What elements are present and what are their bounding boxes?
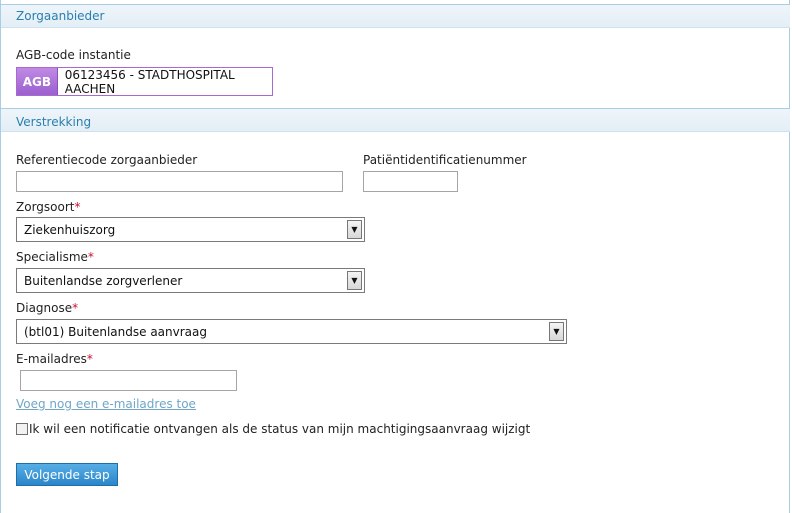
- supply-section-header: Verstrekking: [1, 108, 790, 132]
- chevron-down-icon[interactable]: ▼: [549, 322, 564, 341]
- agb-badge: AGB: [17, 68, 58, 95]
- chevron-down-icon[interactable]: ▼: [347, 271, 362, 290]
- notification-checkbox[interactable]: [16, 423, 28, 435]
- diagnosis-value: (btl01) Buitenlandse aanvraag: [24, 324, 207, 339]
- email-input[interactable]: [20, 370, 237, 391]
- provider-section-title: Zorgaanbieder: [16, 9, 105, 23]
- specialism-value: Buitenlandse zorgverlener: [24, 273, 183, 288]
- specialism-label: Specialisme*: [16, 250, 94, 264]
- reference-label: Referentiecode zorgaanbieder: [16, 153, 198, 167]
- notification-row: Ik wil een notificatie ontvangen als de …: [16, 422, 530, 436]
- diagnosis-label: Diagnose*: [16, 301, 79, 315]
- agb-label: AGB-code instantie: [16, 48, 131, 62]
- agb-value: 06123456 - STADTHOSPITAL AACHEN: [64, 67, 235, 96]
- specialism-select[interactable]: Buitenlandse zorgverlener ▼: [16, 268, 365, 293]
- care-type-value: Ziekenhuiszorg: [24, 222, 116, 237]
- notification-label: Ik wil een notificatie ontvangen als de …: [29, 422, 531, 436]
- patient-id-input[interactable]: [363, 171, 458, 192]
- reference-input[interactable]: [16, 171, 343, 192]
- chevron-down-icon[interactable]: ▼: [347, 220, 362, 239]
- email-label: E-mailadres*: [16, 352, 93, 366]
- supply-section-title: Verstrekking: [16, 115, 92, 129]
- provider-section-header: Zorgaanbieder: [1, 4, 790, 28]
- next-step-button[interactable]: Volgende stap: [16, 463, 118, 486]
- add-email-link[interactable]: Voeg nog een e-mailadres toe: [16, 397, 196, 411]
- patient-id-label: Patiëntidentificatienummer: [363, 153, 527, 167]
- care-type-label: Zorgsoort*: [16, 200, 81, 214]
- agb-code-field: AGB 06123456 - STADTHOSPITAL AACHEN: [16, 67, 273, 96]
- diagnosis-select[interactable]: (btl01) Buitenlandse aanvraag ▼: [16, 319, 567, 344]
- care-type-select[interactable]: Ziekenhuiszorg ▼: [16, 217, 365, 242]
